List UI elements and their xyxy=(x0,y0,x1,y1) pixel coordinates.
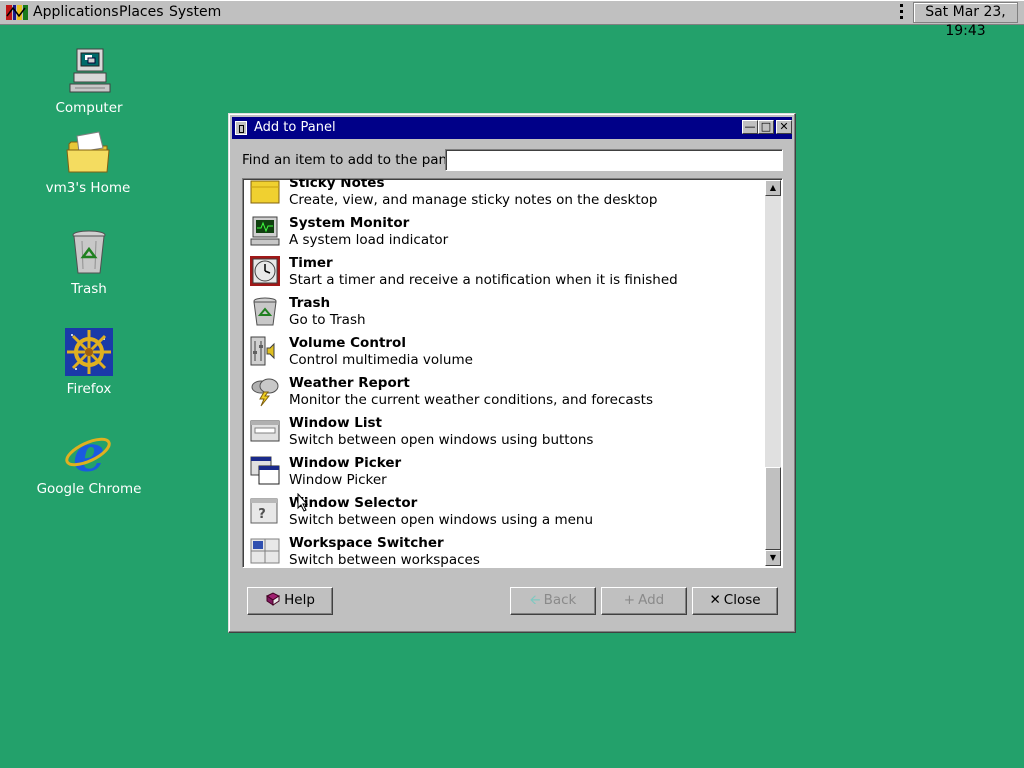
item-name: Window List xyxy=(289,415,382,431)
window-menu-icon[interactable] xyxy=(235,121,247,135)
item-name: Weather Report xyxy=(289,375,410,391)
help-button-label: Help xyxy=(284,592,315,608)
menu-places[interactable]: Places xyxy=(119,4,164,20)
back-button[interactable]: 🡨 Back xyxy=(510,587,596,615)
item-name: Sticky Notes xyxy=(289,178,385,191)
find-input[interactable] xyxy=(445,149,783,171)
menu-applications[interactable]: Applications xyxy=(33,4,119,20)
desktop-icon-label: Trash xyxy=(71,281,107,297)
desktop-icon-home[interactable]: vm3's Home xyxy=(28,130,148,196)
maximize-button[interactable]: □ xyxy=(758,120,774,134)
sticky-notes-icon xyxy=(250,180,280,204)
desktop-icon-chrome[interactable]: e Google Chrome xyxy=(29,427,149,497)
item-description: Window Picker xyxy=(289,472,387,488)
desktop-icon-computer[interactable]: Computer xyxy=(29,46,149,116)
internet-explorer-icon: e xyxy=(65,427,111,477)
item-name: Volume Control xyxy=(289,335,406,351)
list-item[interactable]: Weather Report Monitor the current weath… xyxy=(243,373,764,413)
volume-control-icon xyxy=(250,336,275,366)
scroll-down-button[interactable]: ▼ xyxy=(765,550,781,566)
trash-icon xyxy=(253,297,277,326)
item-description: Switch between open windows using button… xyxy=(289,432,594,448)
dialog-title: Add to Panel xyxy=(254,120,336,135)
list-item[interactable]: Workspace Switcher Switch between worksp… xyxy=(243,533,764,568)
svg-text:e: e xyxy=(73,427,105,477)
system-monitor-icon xyxy=(250,216,280,246)
back-button-label: Back xyxy=(543,592,577,608)
close-button[interactable]: ✕ Close xyxy=(692,587,778,615)
mouse-cursor-icon xyxy=(297,493,309,512)
item-description: A system load indicator xyxy=(289,232,449,248)
scrollbar-thumb[interactable] xyxy=(765,467,781,550)
window-picker-icon xyxy=(250,456,280,485)
vertical-scrollbar[interactable]: ▲ ▼ xyxy=(765,180,781,566)
minimize-button[interactable]: — xyxy=(742,120,758,134)
desktop-icon-label: Google Chrome xyxy=(36,481,142,497)
close-icon: ✕ xyxy=(709,592,721,608)
help-button[interactable]: Help xyxy=(247,587,333,615)
applications-logo-icon[interactable] xyxy=(5,4,29,21)
find-label: Find an item to add to the panel: xyxy=(242,152,464,168)
ship-wheel-icon xyxy=(65,328,113,376)
desktop-icon-label: Firefox xyxy=(66,381,112,397)
item-name: System Monitor xyxy=(289,215,410,231)
item-description: Go to Trash xyxy=(289,312,366,328)
desktop-icon-label: Computer xyxy=(55,100,123,116)
item-name: Trash xyxy=(289,295,331,311)
window-selector-icon: ? xyxy=(250,498,278,524)
list-item[interactable]: Trash Go to Trash xyxy=(243,293,764,333)
add-to-panel-dialog: Add to Panel — □ ✕ Find an item to add t… xyxy=(228,113,796,633)
item-description: Create, view, and manage sticky notes on… xyxy=(289,192,658,208)
computer-icon xyxy=(69,48,111,93)
item-name: Window Picker xyxy=(289,455,402,471)
trash-icon xyxy=(72,230,106,274)
list-item[interactable]: System Monitor A system load indicator xyxy=(243,213,764,253)
close-window-button[interactable]: ✕ xyxy=(776,120,792,134)
desktop-icon-firefox[interactable]: Firefox xyxy=(29,327,149,397)
list-item[interactable]: Sticky Notes Create, view, and manage st… xyxy=(243,178,764,213)
title-bar[interactable]: Add to Panel — □ ✕ xyxy=(232,117,792,139)
menu-system[interactable]: System xyxy=(169,4,221,20)
item-description: Control multimedia volume xyxy=(289,352,473,368)
add-button[interactable]: + Add xyxy=(601,587,687,615)
weather-icon xyxy=(251,378,279,407)
back-arrow-icon: 🡨 xyxy=(529,592,541,608)
close-button-label: Close xyxy=(723,592,761,608)
top-panel: Applications Places System Sat Mar 23, 1… xyxy=(0,0,1024,39)
item-description: Monitor the current weather conditions, … xyxy=(289,392,654,408)
list-item[interactable]: Volume Control Control multimedia volume xyxy=(243,333,764,373)
list-item[interactable]: Window Picker Window Picker xyxy=(243,453,764,493)
desktop-icon-label: vm3's Home xyxy=(45,180,131,196)
list-item[interactable]: Timer Start a timer and receive a notifi… xyxy=(243,253,764,293)
window-list-icon xyxy=(250,420,280,442)
panel-handle-icon[interactable] xyxy=(900,4,904,21)
desktop-icon-trash[interactable]: Trash xyxy=(29,227,149,297)
applet-list[interactable]: Sticky Notes Create, view, and manage st… xyxy=(242,178,783,568)
svg-text:?: ? xyxy=(258,507,266,522)
list-item[interactable]: ? Window Selector Switch between open wi… xyxy=(243,493,764,533)
item-name: Workspace Switcher xyxy=(289,535,444,551)
item-description: Switch between workspaces xyxy=(289,552,480,568)
item-description: Start a timer and receive a notification… xyxy=(289,272,678,288)
item-name: Timer xyxy=(289,255,333,271)
scroll-up-button[interactable]: ▲ xyxy=(765,180,781,196)
add-button-label: Add xyxy=(638,592,665,608)
list-item[interactable]: Window List Switch between open windows … xyxy=(243,413,764,453)
help-book-icon xyxy=(266,592,281,606)
item-description: Switch between open windows using a menu xyxy=(289,512,594,528)
home-folder-icon xyxy=(66,131,110,173)
timer-icon xyxy=(250,256,280,286)
plus-icon: + xyxy=(623,592,636,608)
workspace-switcher-icon xyxy=(250,538,280,564)
clock[interactable]: Sat Mar 23, 19:43 xyxy=(913,2,1018,39)
